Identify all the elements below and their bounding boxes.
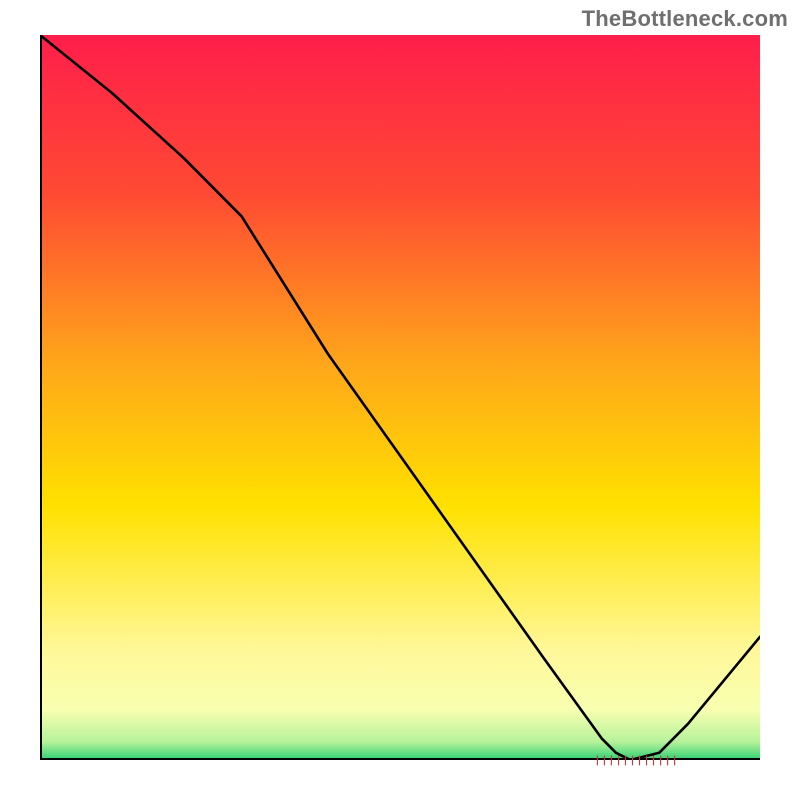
chart-svg <box>40 35 760 760</box>
chart-stage: TheBottleneck.com <box>0 0 800 800</box>
watermark-label: TheBottleneck.com <box>582 6 788 32</box>
plot-area: |||||||||||| <box>40 35 760 760</box>
gradient-background <box>40 35 760 760</box>
